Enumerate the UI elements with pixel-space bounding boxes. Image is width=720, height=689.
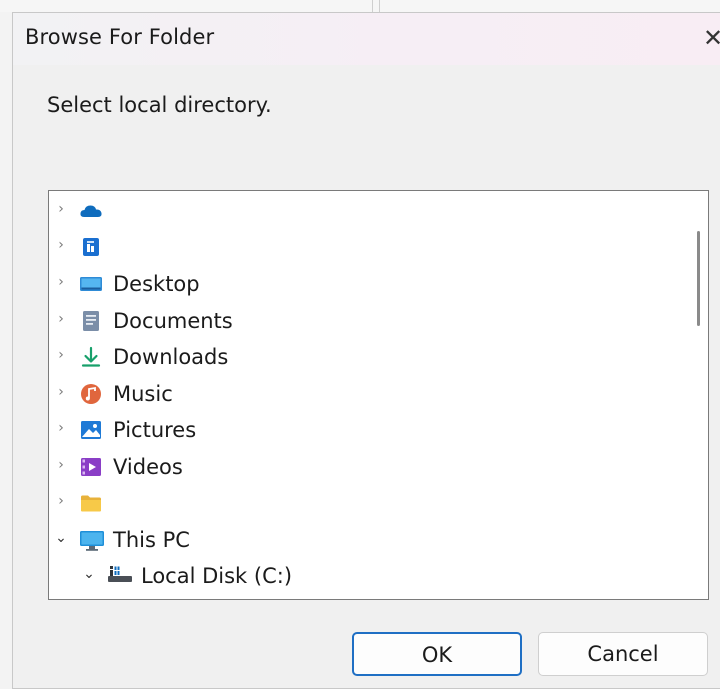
tree-item-label: Local Disk (C:)	[141, 564, 293, 588]
title-bar[interactable]: Browse For Folder ✕	[13, 13, 720, 65]
tree-item-downloads[interactable]: › Downloads	[49, 339, 679, 375]
tree-item-label: Music	[113, 382, 173, 406]
chevron-down-icon[interactable]: ⌄	[55, 526, 67, 550]
ok-button[interactable]: OK	[352, 632, 522, 676]
folder-icon	[79, 491, 103, 515]
chevron-right-icon[interactable]: ›	[55, 270, 67, 294]
music-icon	[79, 382, 103, 406]
tree-item-label: Documents	[113, 309, 233, 333]
drive-icon	[107, 564, 132, 588]
chevron-right-icon[interactable]: ›	[55, 233, 67, 257]
prompt-text: Select local directory.	[47, 93, 272, 117]
tree-item-local-disk-c[interactable]: ⌄ Local Disk (C:)	[49, 558, 679, 594]
home-icon	[79, 235, 103, 259]
tree-item-label: Pictures	[113, 418, 197, 442]
chevron-right-icon[interactable]: ›	[55, 489, 67, 513]
close-icon[interactable]: ✕	[703, 23, 720, 53]
cloud-icon	[79, 199, 103, 223]
browse-for-folder-dialog: Browse For Folder ✕ Select local directo…	[12, 12, 720, 689]
folder-tree[interactable]: › › › Desktop › Documents › Downloads › …	[48, 190, 709, 600]
chevron-right-icon[interactable]: ›	[55, 307, 67, 331]
chevron-right-icon[interactable]: ›	[55, 453, 67, 477]
pictures-icon	[79, 418, 103, 442]
tree-item-onedrive[interactable]: ›	[49, 193, 679, 229]
chevron-down-icon[interactable]: ⌄	[83, 562, 95, 586]
backdrop-strip	[0, 0, 720, 12]
dialog-title: Browse For Folder	[25, 25, 215, 49]
tree-item-home[interactable]: ›	[49, 229, 679, 265]
tree-item-label: This PC	[113, 528, 190, 552]
screen: Browse For Folder ✕ Select local directo…	[0, 0, 720, 689]
desktop-icon	[79, 272, 103, 296]
chevron-right-icon[interactable]: ›	[55, 416, 67, 440]
tree-item-folder[interactable]: ›	[49, 485, 679, 521]
backdrop-divider	[372, 0, 380, 12]
documents-icon	[79, 309, 103, 333]
tree-item-label: Videos	[113, 455, 183, 479]
tree-item-pictures[interactable]: › Pictures	[49, 412, 679, 448]
chevron-right-icon[interactable]: ›	[55, 197, 67, 221]
tree-item-label: Desktop	[113, 272, 200, 296]
tree-item-music[interactable]: › Music	[49, 376, 679, 412]
tree-item-documents[interactable]: › Documents	[49, 303, 679, 339]
tree-scrollbar[interactable]	[688, 191, 708, 599]
videos-icon	[79, 455, 103, 479]
chevron-right-icon[interactable]: ›	[55, 380, 67, 404]
tree-item-desktop[interactable]: › Desktop	[49, 266, 679, 302]
computer-icon	[79, 528, 104, 552]
chevron-right-icon[interactable]: ›	[55, 343, 67, 367]
download-icon	[79, 345, 103, 369]
tree-item-videos[interactable]: › Videos	[49, 449, 679, 485]
cancel-button[interactable]: Cancel	[538, 632, 708, 676]
tree-item-label: Downloads	[113, 345, 229, 369]
tree-item-this-pc[interactable]: ⌄ This PC	[49, 522, 679, 558]
scrollbar-thumb[interactable]	[697, 231, 700, 326]
